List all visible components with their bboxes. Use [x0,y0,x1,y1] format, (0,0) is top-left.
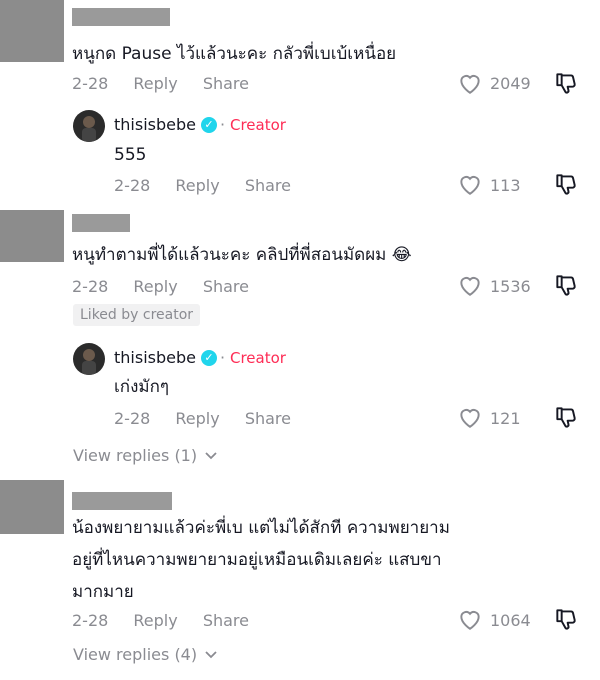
comment-text-line: มากมาย [72,582,134,602]
separator-dot: · [220,348,226,367]
creator-avatar[interactable] [73,110,105,142]
commenter-avatar[interactable] [0,480,64,534]
like-count: 1064 [490,611,531,630]
share-button[interactable]: Share [245,409,291,428]
commenter-name-redacted[interactable] [72,492,172,510]
reply-button[interactable]: Reply [133,277,177,296]
share-button[interactable]: Share [245,176,291,195]
creator-username[interactable]: thisisbebe [114,348,196,367]
heart-outline-icon[interactable] [457,272,483,298]
comment-date: 2-28 [72,74,109,93]
verified-check-icon: ✓ [201,117,217,133]
view-replies-button[interactable]: View replies (1) [73,446,218,465]
thumbs-down-icon[interactable] [553,606,579,632]
heart-outline-icon[interactable] [457,606,483,632]
chevron-down-icon [205,651,217,659]
share-button[interactable]: Share [203,74,249,93]
comment-text-line: อยู่ที่ไหนความพยายามอยู่เหมือนเดิมเลยค่ะ… [72,550,442,570]
heart-outline-icon[interactable] [457,171,483,197]
creator-avatar[interactable] [73,343,105,375]
comment-text: หนูกด Pause ไว้แล้วนะคะ กลัวพี่เบเบ้เหนื… [72,44,397,64]
creator-badge: Creator [230,116,286,134]
creator-username[interactable]: thisisbebe [114,115,196,134]
like-count: 1536 [490,277,531,296]
thumbs-down-icon[interactable] [553,272,579,298]
comment-text: หนูทำตามพี่ได้แล้วนะคะ คลิปที่พี่สอนมัดผ… [72,245,412,265]
comment-date: 2-28 [72,277,109,296]
reply-button[interactable]: Reply [175,409,219,428]
heart-outline-icon[interactable] [457,70,483,96]
view-replies-label: View replies (1) [73,446,198,465]
commenter-avatar[interactable] [0,210,64,262]
creator-badge: Creator [230,349,286,367]
comment-meta: 2-28 Reply Share [72,277,269,296]
thumbs-down-icon[interactable] [553,171,579,197]
share-button[interactable]: Share [203,611,249,630]
view-replies-label: View replies (4) [73,645,198,664]
reply-button[interactable]: Reply [133,74,177,93]
heart-outline-icon[interactable] [457,404,483,430]
reply-text: เก่งมักๆ [114,377,170,397]
thumbs-down-icon[interactable] [553,70,579,96]
reply-meta: 2-28 Reply Share [114,176,311,195]
reply-text: 555 [114,145,147,165]
reply-button[interactable]: Reply [133,611,177,630]
like-count: 121 [490,409,521,428]
separator-dot: · [220,115,226,134]
reply-button[interactable]: Reply [175,176,219,195]
reply-date: 2-28 [114,409,151,428]
chevron-down-icon [205,452,217,460]
comment-date: 2-28 [72,611,109,630]
commenter-name-redacted[interactable] [72,8,170,26]
comment-meta: 2-28 Reply Share [72,74,269,93]
like-count: 113 [490,176,521,195]
reply-date: 2-28 [114,176,151,195]
view-replies-button[interactable]: View replies (4) [73,645,218,664]
commenter-avatar[interactable] [0,0,64,62]
commenter-name-redacted[interactable] [72,214,130,232]
reply-meta: 2-28 Reply Share [114,409,311,428]
share-button[interactable]: Share [203,277,249,296]
comment-text-line: น้องพยายามแล้วค่ะพี่เบ แต่ไม่ได้สักที คว… [72,518,450,538]
thumbs-down-icon[interactable] [553,404,579,430]
like-count: 2049 [490,74,531,93]
liked-by-creator-badge: Liked by creator [73,304,201,326]
comment-meta: 2-28 Reply Share [72,611,269,630]
verified-check-icon: ✓ [201,350,217,366]
